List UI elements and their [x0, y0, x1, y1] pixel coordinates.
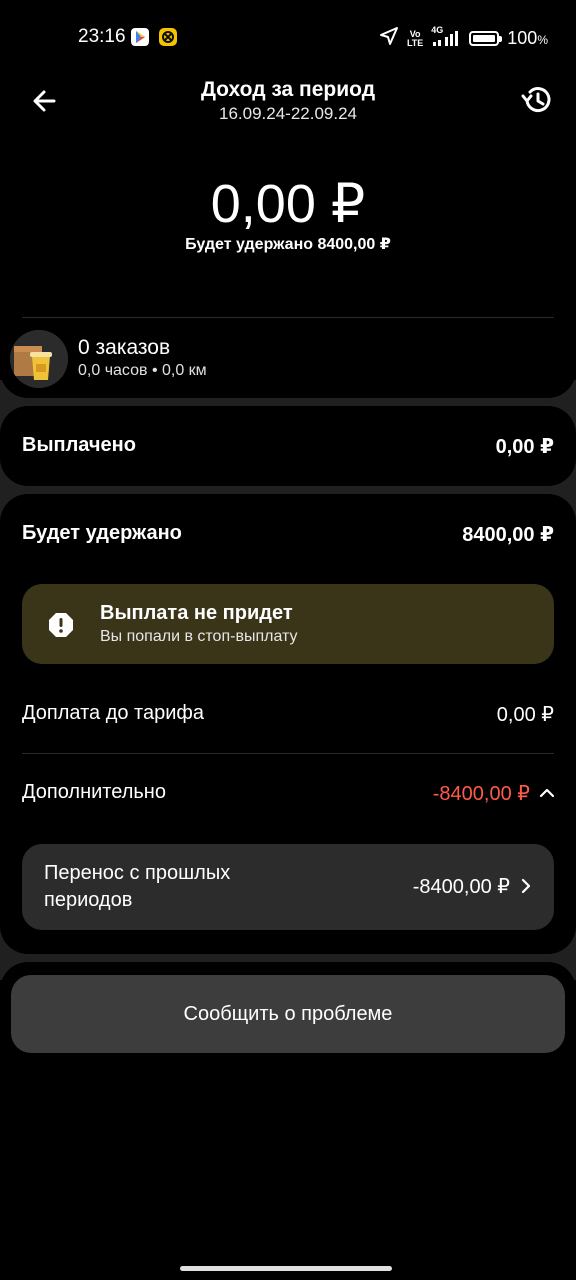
orders-count: 0 заказов: [78, 336, 171, 359]
chevron-up-icon: [538, 784, 556, 802]
transfer-row[interactable]: Перенос с прошлых периодов -8400,00 ₽: [22, 844, 554, 930]
location-arrow-icon: [379, 26, 399, 51]
status-time: 23:16: [78, 26, 126, 47]
withheld-value: 8400,00 ₽: [462, 524, 554, 546]
header: Доход за период 16.09.24-22.09.24: [0, 72, 576, 132]
surcharge-value: 0,00 ₽: [496, 704, 554, 726]
screen: 23:16 Vo LTE 4G 100% Доход за период 16.…: [0, 0, 576, 1280]
battery-icon: [469, 31, 503, 46]
transfer-value: -8400,00 ₽: [412, 876, 510, 898]
report-problem-button[interactable]: Сообщить о проблеме: [11, 975, 565, 1053]
divider: [22, 753, 554, 754]
orders-meta: 0,0 часов • 0,0 км: [78, 362, 207, 379]
paid-card: Выплачено 0,00 ₽: [0, 406, 576, 486]
page-title: Доход за период: [200, 78, 376, 101]
withheld-label: Будет удержано: [22, 522, 182, 544]
warning-icon: [48, 612, 74, 638]
status-bar: 23:16 Vo LTE 4G 100%: [0, 22, 576, 54]
withheld-summary: Будет удержано 8400,00 ₽: [185, 236, 391, 253]
chevron-right-icon: [518, 877, 534, 895]
paid-label: Выплачено: [22, 434, 136, 456]
transfer-label: Перенос с прошлых периодов: [44, 862, 231, 911]
paid-value: 0,00 ₽: [495, 436, 554, 458]
play-store-icon: [131, 28, 149, 46]
surcharge-label: Доплата до тарифа: [22, 702, 204, 724]
volte-bottom: LTE: [406, 37, 424, 48]
battery-fill: [473, 35, 496, 42]
period-range: 16.09.24-22.09.24: [218, 104, 357, 123]
total-amount: 0,00 ₽: [210, 174, 366, 234]
battery-value: 100: [507, 28, 538, 48]
signal-icon: 4G: [431, 25, 461, 50]
extra-label: Дополнительно: [22, 781, 166, 803]
orders-illustration-icon: [10, 330, 68, 388]
orders-summary[interactable]: 0 заказов 0,0 часов • 0,0 км: [0, 318, 576, 398]
alert-subtitle: Вы попали в стоп-выплату: [100, 628, 298, 645]
status-right: Vo LTE 4G 100%: [379, 25, 548, 51]
stop-payout-alert: Выплата не придет Вы попали в стоп-выпла…: [22, 584, 554, 664]
home-indicator[interactable]: [180, 1266, 392, 1271]
extra-value: -8400,00 ₽: [432, 783, 530, 805]
battery-unit: %: [537, 33, 548, 47]
battery-percent: 100%: [507, 28, 548, 49]
volte-indicator: Vo LTE: [406, 29, 424, 48]
app-notification-icon: [159, 28, 177, 46]
withheld-card: Будет удержано 8400,00 ₽ Выплата не прид…: [0, 494, 576, 954]
history-icon: [521, 87, 551, 113]
extra-row[interactable]: Дополнительно -8400,00 ₽: [0, 764, 576, 820]
history-button[interactable]: [518, 82, 554, 118]
alert-title: Выплата не придет: [100, 602, 293, 624]
